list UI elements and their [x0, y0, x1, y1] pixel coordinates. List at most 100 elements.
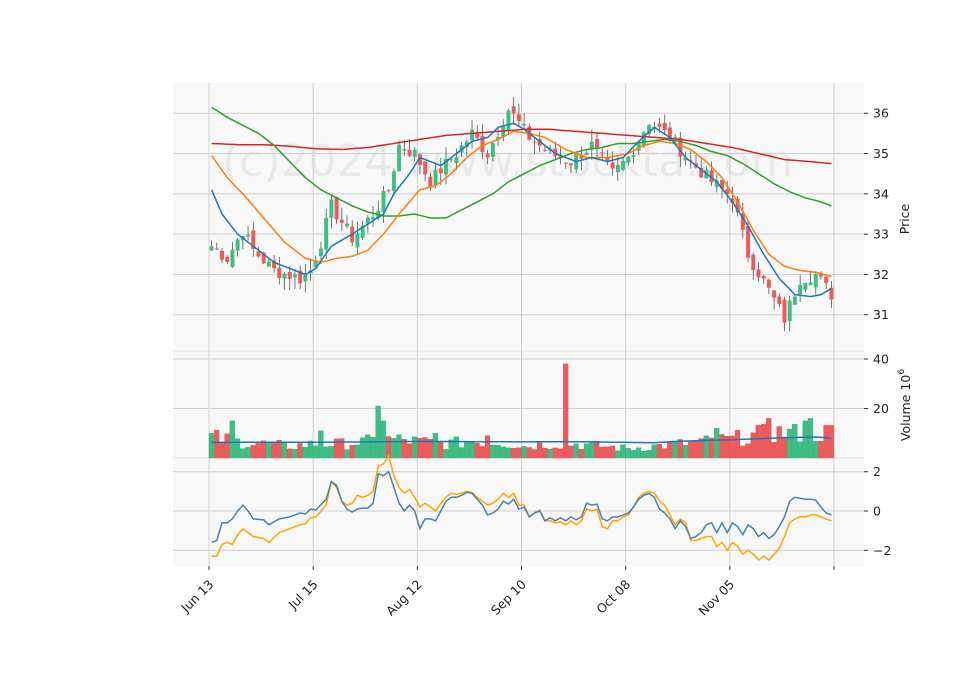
x-tick-label: Nov 05 — [695, 577, 737, 619]
candle-body — [766, 279, 771, 288]
volume-bar — [734, 430, 741, 459]
volume-bar — [255, 443, 261, 459]
candle-body — [542, 150, 547, 152]
volume-axis-label: Volume 106 — [897, 369, 913, 441]
candle-body — [798, 284, 803, 295]
x-tick-label: Jun 13 — [177, 577, 216, 616]
candle-body — [824, 276, 829, 284]
candle-body — [454, 157, 459, 164]
volume-bar — [672, 441, 678, 459]
volume-bar — [219, 441, 225, 459]
volume-bar — [484, 435, 491, 459]
candle-body — [282, 273, 287, 279]
candle-body — [214, 248, 219, 250]
volume-bar — [245, 447, 251, 459]
volume-bar — [318, 430, 324, 459]
volume-bar — [552, 447, 558, 459]
volume-bar — [583, 443, 590, 459]
candle-body — [402, 149, 407, 151]
volume-bar — [568, 445, 574, 459]
x-tick-label: Aug 12 — [383, 577, 425, 619]
volume-bar — [302, 446, 308, 459]
volume-bar — [693, 441, 699, 459]
volume-bar — [823, 425, 829, 459]
volume-bar — [469, 442, 475, 459]
candle-body — [516, 114, 521, 122]
volume-bar — [573, 443, 579, 459]
candle-body — [319, 248, 323, 257]
volume-bar — [750, 432, 756, 459]
candle-body — [412, 149, 417, 157]
volume-bar — [536, 442, 543, 459]
volume-bar — [479, 446, 485, 459]
volume-bar — [500, 446, 506, 459]
candle-body — [787, 300, 792, 322]
candle-body — [761, 275, 766, 279]
candle-body — [772, 290, 777, 298]
volume-bar — [396, 434, 402, 459]
candle-body — [235, 239, 240, 251]
candle-body — [610, 162, 615, 169]
volume-bar — [828, 425, 834, 459]
x-tick-label: Jul 15 — [285, 577, 321, 613]
candle-body — [339, 219, 344, 223]
volume-bar — [458, 447, 465, 459]
candle-body — [485, 153, 490, 158]
candle-body — [641, 132, 646, 147]
stock-chart: (c)2024 www.stockta.com 31 32 33 34 35 36 20 40… — [0, 0, 960, 690]
candle-body — [433, 169, 438, 186]
candle-body — [381, 191, 386, 213]
volume-bar — [542, 447, 548, 459]
volume-bar — [323, 446, 329, 459]
volume-bar — [464, 442, 470, 459]
volume-bar — [406, 443, 412, 459]
candle-body — [345, 223, 349, 227]
candle-body — [792, 296, 797, 305]
volume-bar — [615, 450, 621, 459]
price-tick-label: 32 — [873, 267, 889, 282]
candle-body — [522, 123, 527, 126]
volume-bar — [656, 444, 662, 459]
candle-body — [423, 161, 428, 175]
candle-body — [662, 122, 667, 131]
volume-bar — [490, 444, 496, 459]
price-tick-label: 35 — [873, 146, 889, 161]
volume-bar — [313, 445, 319, 459]
candle-body — [397, 144, 402, 172]
volume-bar — [771, 442, 777, 459]
volume-bar — [760, 424, 767, 459]
price-axis-label: Price — [897, 203, 912, 234]
volume-bar — [526, 447, 532, 459]
volume-bar — [625, 448, 631, 459]
volume-bar — [641, 450, 647, 459]
volume-bar — [813, 441, 819, 459]
candle-body — [777, 296, 782, 305]
candle-body — [438, 168, 443, 174]
volume-bar — [781, 436, 787, 459]
candle-body — [803, 283, 808, 290]
volume-bar — [286, 448, 293, 459]
x-tick-label: Oct 08 — [593, 577, 633, 617]
candle-body — [230, 249, 235, 267]
candle-body — [746, 226, 751, 258]
volume-bar — [531, 449, 537, 459]
price-tick-label: 31 — [873, 307, 889, 322]
volume-bar — [755, 424, 761, 459]
candle-body — [292, 274, 297, 278]
volume-bar — [432, 433, 439, 459]
candle-body — [490, 143, 495, 157]
volume-bar — [505, 447, 511, 459]
x-tick-label: Sep 10 — [488, 577, 529, 618]
volume-bar — [682, 445, 689, 459]
candle-body — [220, 250, 224, 260]
price-tick-label: 36 — [873, 106, 889, 121]
volume-bar — [448, 439, 454, 459]
volume-bar — [630, 450, 636, 459]
volume-bar — [604, 446, 610, 459]
volume-tick-label: 20 — [873, 401, 889, 416]
volume-bar — [599, 447, 605, 459]
osc-tick-label: −2 — [873, 543, 891, 558]
osc-tick-label: 0 — [873, 504, 881, 519]
price-tick-label: 33 — [873, 227, 889, 242]
candle-body — [756, 269, 761, 278]
